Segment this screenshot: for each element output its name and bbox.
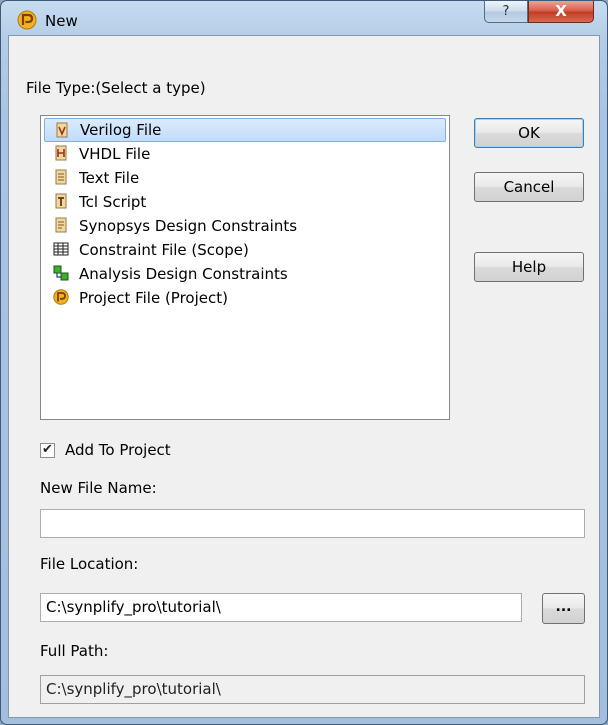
analysis-constraints-icon xyxy=(53,265,69,281)
list-item[interactable]: Text File xyxy=(44,166,446,190)
list-item-label: Synopsys Design Constraints xyxy=(79,217,298,235)
list-item-label: Project File (Project) xyxy=(79,289,228,307)
list-item[interactable]: VHDL File xyxy=(44,142,446,166)
file-location-input[interactable]: C:\synplify_pro\tutorial\ xyxy=(40,593,522,622)
file-location-label: File Location: xyxy=(40,555,139,573)
list-item[interactable]: Verilog File xyxy=(44,118,446,142)
title-bar[interactable]: New ? X xyxy=(1,1,607,35)
tcl-script-icon xyxy=(55,193,67,209)
list-item[interactable]: Tcl Script xyxy=(44,190,446,214)
synplify-app-icon xyxy=(17,10,37,30)
vhdl-file-icon xyxy=(55,145,67,161)
question-icon: ? xyxy=(502,4,510,19)
list-item-label: Analysis Design Constraints xyxy=(79,265,288,283)
dialog-window: New ? X File Type:(Select a type) Verilo… xyxy=(0,0,608,725)
close-icon: X xyxy=(555,2,567,20)
full-path-field: C:\synplify_pro\tutorial\ xyxy=(40,675,585,704)
list-item[interactable]: Constraint File (Scope) xyxy=(44,238,446,262)
window-title: New xyxy=(45,12,78,30)
verilog-file-icon xyxy=(56,122,68,138)
list-item[interactable]: Project File (Project) xyxy=(44,286,446,310)
dialog-body: File Type:(Select a type) Verilog File V… xyxy=(8,35,600,718)
project-file-icon xyxy=(53,289,69,305)
new-file-name-label: New File Name: xyxy=(40,479,157,497)
full-path-label: Full Path: xyxy=(40,642,109,660)
list-item[interactable]: Synopsys Design Constraints xyxy=(44,214,446,238)
add-to-project-label[interactable]: Add To Project xyxy=(65,441,171,459)
file-type-list[interactable]: Verilog File VHDL File Text File Tcl Scr… xyxy=(40,115,450,420)
file-type-label: File Type:(Select a type) xyxy=(26,79,206,97)
close-button[interactable]: X xyxy=(528,1,594,23)
list-item-label: Text File xyxy=(79,169,140,187)
scope-grid-icon xyxy=(53,242,69,256)
list-item-label: Constraint File (Scope) xyxy=(79,241,249,259)
list-item-label: Verilog File xyxy=(80,121,162,139)
browse-button[interactable]: ... xyxy=(542,593,585,624)
checkmark-icon: ✔ xyxy=(42,442,53,457)
help-button[interactable]: Help xyxy=(474,252,584,282)
list-item[interactable]: Analysis Design Constraints xyxy=(44,262,446,286)
ok-button[interactable]: OK xyxy=(474,118,584,148)
list-item-label: Tcl Script xyxy=(79,193,147,211)
list-item-label: VHDL File xyxy=(79,145,151,163)
cancel-button[interactable]: Cancel xyxy=(474,172,584,202)
text-file-icon xyxy=(55,169,67,185)
help-title-button[interactable]: ? xyxy=(484,1,528,23)
constraints-file-icon xyxy=(55,217,67,233)
add-to-project-checkbox[interactable]: ✔ xyxy=(40,443,55,458)
new-file-name-input[interactable] xyxy=(40,509,585,538)
